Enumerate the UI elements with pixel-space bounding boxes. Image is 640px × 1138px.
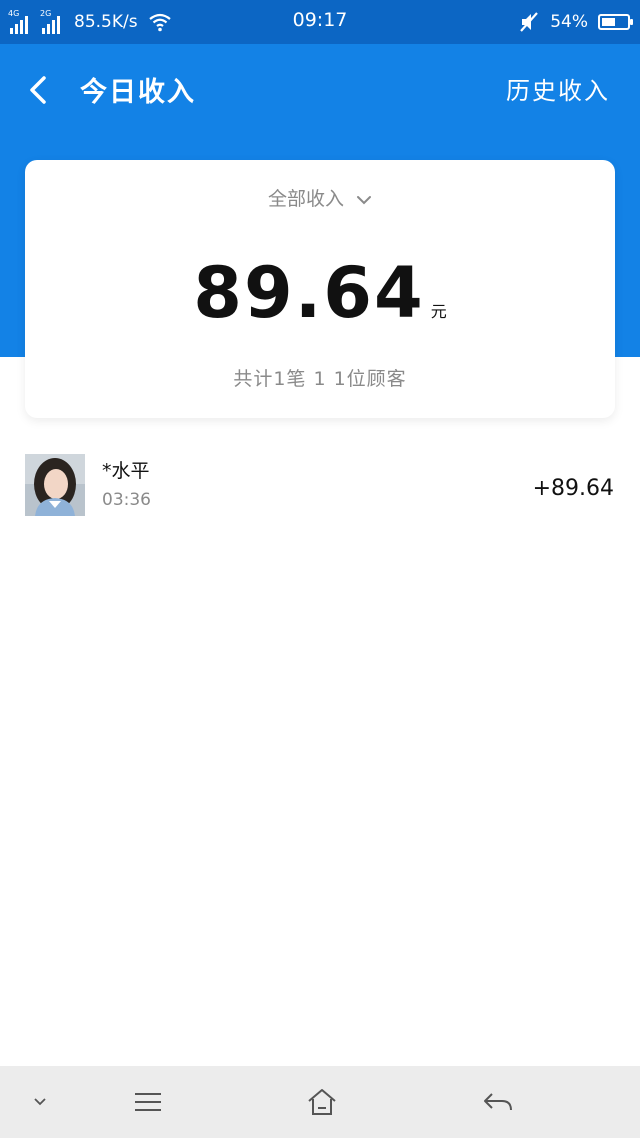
- mute-icon: [520, 12, 539, 32]
- back-arrow-icon: [484, 1093, 512, 1111]
- menu-icon: [135, 1093, 161, 1111]
- navigation-bar: [0, 1066, 640, 1138]
- status-bar: 4G 2G 85.5K/s 09:17 54%: [0, 0, 640, 44]
- filter-label: 全部收入: [267, 188, 344, 210]
- chevron-down-icon: [357, 195, 372, 204]
- battery-percentage: 54%: [550, 12, 588, 32]
- back-nav-button[interactable]: [468, 1066, 528, 1138]
- payer-name: *水平: [102, 460, 150, 482]
- income-filter-dropdown[interactable]: 全部收入: [25, 184, 615, 211]
- chevron-down-icon: [34, 1098, 46, 1106]
- hide-nav-button[interactable]: [20, 1066, 60, 1138]
- home-icon: [308, 1089, 336, 1115]
- transaction-row[interactable]: *水平 03:36 +89.64: [0, 446, 640, 526]
- menu-button[interactable]: [118, 1066, 178, 1138]
- battery-icon: [598, 14, 633, 30]
- avatar: [25, 454, 85, 516]
- back-button[interactable]: [22, 72, 58, 108]
- home-button[interactable]: [292, 1066, 352, 1138]
- battery-fill: [602, 18, 615, 26]
- page-title: 今日收入: [80, 77, 196, 108]
- total-amount-group: 89.64 元: [25, 252, 615, 334]
- transaction-time: 03:36: [102, 490, 151, 510]
- transaction-amount: +89.64: [532, 476, 614, 501]
- status-right-group: 54%: [518, 8, 633, 36]
- income-summary-card: 全部收入 89.64 元 共计1笔 1 1位顾客: [25, 160, 615, 418]
- transaction-summary: 共计1笔 1 1位顾客: [233, 368, 407, 390]
- currency-unit: 元: [430, 302, 447, 321]
- history-income-link[interactable]: 历史收入: [506, 71, 610, 106]
- total-amount: 89.64: [193, 252, 425, 334]
